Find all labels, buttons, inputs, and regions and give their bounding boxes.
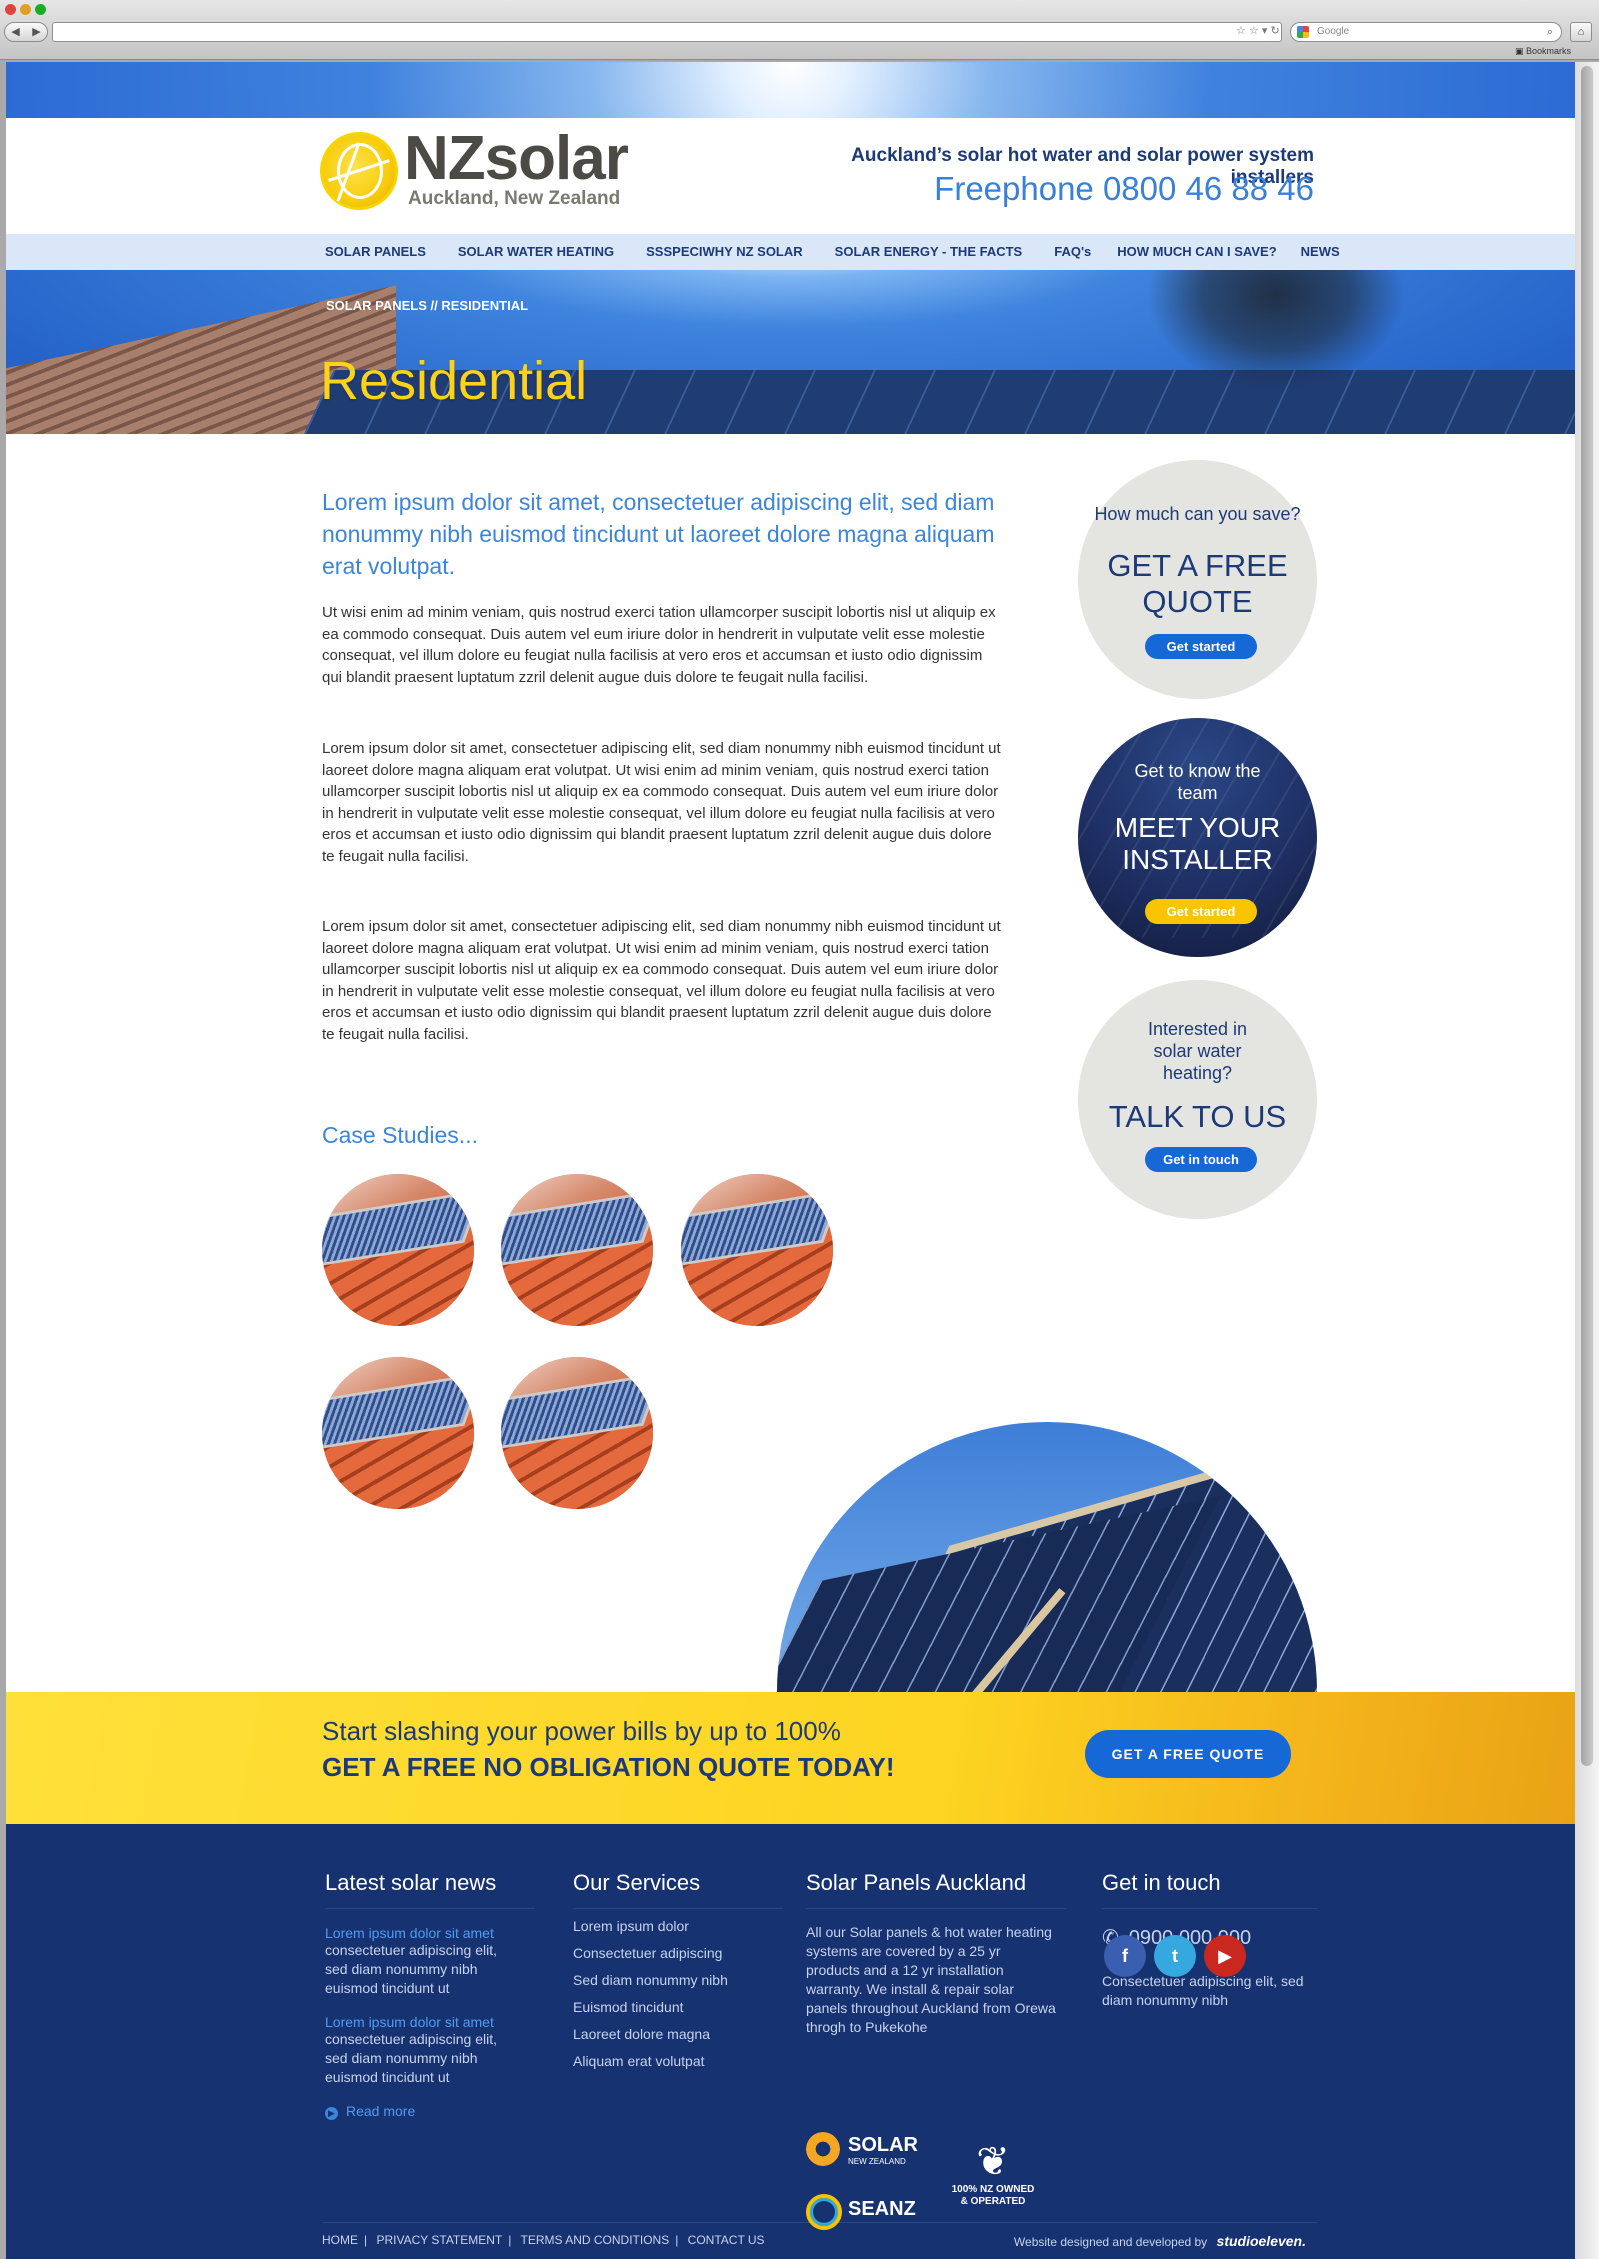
back-arrow-icon[interactable]: ◀ xyxy=(5,23,26,41)
free-quote-circle[interactable]: How much can you save? GET A FREE QUOTE … xyxy=(1078,460,1317,699)
nz-owned-badge: ❦ 100% NZ OWNED & OPERATED xyxy=(948,2140,1038,2220)
site-header: NZsolar Auckland, New Zealand Auckland’s… xyxy=(6,118,1575,234)
body-paragraph-3: Lorem ipsum dolor sit amet, consectetuer… xyxy=(322,918,1001,1043)
search-icon[interactable]: ⌕ xyxy=(1547,23,1553,41)
service-link[interactable]: Consectetuer adipiscing xyxy=(573,1940,783,1967)
nav-item-faqs[interactable]: FAQ's xyxy=(1054,234,1091,270)
sky-banner xyxy=(6,62,1575,118)
meet-installer-circle[interactable]: Get to know the team MEET YOUR INSTALLER… xyxy=(1078,718,1317,957)
site-footer: Latest solar news Lorem ipsum dolor sit … xyxy=(6,1824,1575,2259)
get-free-quote-button[interactable]: GET A FREE QUOTE xyxy=(1085,1730,1291,1778)
footer-news-column: Latest solar news Lorem ipsum dolor sit … xyxy=(325,1824,535,2120)
nav-item-why-nz-solar[interactable]: SSSPECIWHY NZ SOLAR xyxy=(646,234,803,270)
footer-news-title: Latest solar news xyxy=(325,1870,535,1909)
footer-link-home[interactable]: HOME xyxy=(322,2233,358,2247)
zoom-window-button[interactable] xyxy=(35,4,46,15)
logo-sun-icon[interactable] xyxy=(320,132,398,210)
get-started-button[interactable]: Get started xyxy=(1145,634,1257,659)
rss-icon[interactable]: ☆ xyxy=(1236,25,1246,37)
studioeleven-logo[interactable]: studioeleven. xyxy=(1217,2233,1306,2249)
logo-subtitle: Auckland, New Zealand xyxy=(408,188,621,209)
sunflower-icon xyxy=(806,2132,840,2166)
seanz-logo: SEANZ xyxy=(806,2192,936,2232)
header-phone[interactable]: Freephone 0800 46 88 46 xyxy=(766,170,1314,208)
case-study-thumb[interactable] xyxy=(681,1174,833,1326)
footer-link-terms[interactable]: TERMS AND CONDITIONS xyxy=(521,2233,670,2247)
footer-contact-column: Get in touch ✆ 0900 000 000 Consectetuer … xyxy=(1102,1824,1318,2010)
twitter-icon[interactable]: t xyxy=(1154,1935,1196,1977)
footer-contact-title: Get in touch xyxy=(1102,1870,1318,1909)
footer-services-title: Our Services xyxy=(573,1870,783,1909)
scrollbar-thumb[interactable] xyxy=(1581,66,1593,1766)
footer-panels-title: Solar Panels Auckland xyxy=(806,1870,1066,1909)
read-more-link[interactable]: ▶ Read more xyxy=(325,2103,535,2120)
solar-panel-photo xyxy=(777,1422,1317,1692)
get-in-touch-button[interactable]: Get in touch xyxy=(1145,1147,1257,1172)
youtube-icon[interactable]: ▶ xyxy=(1204,1935,1246,1977)
case-study-thumb[interactable] xyxy=(501,1357,653,1509)
fern-icon: ❦ xyxy=(976,2140,1010,2184)
facebook-icon[interactable]: f xyxy=(1104,1935,1146,1977)
breadcrumb-solar-panels[interactable]: SOLAR PANELS xyxy=(326,298,427,313)
nav-item-solar-energy-facts[interactable]: SOLAR ENERGY - THE FACTS xyxy=(835,234,1023,270)
back-forward-buttons[interactable]: ◀ ▶ xyxy=(4,22,48,42)
service-link[interactable]: Lorem ipsum dolor xyxy=(573,1913,783,1940)
case-study-thumb[interactable] xyxy=(501,1174,653,1326)
nav-item-how-much-save[interactable]: HOW MUCH CAN I SAVE? xyxy=(1117,234,1276,270)
dropdown-icon[interactable]: ▾ xyxy=(1262,25,1268,37)
service-link[interactable]: Sed diam nonummy nibh xyxy=(573,1967,783,1994)
get-started-button[interactable]: Get started xyxy=(1145,899,1257,924)
nav-item-solar-panels[interactable]: SOLAR PANELS xyxy=(325,234,426,270)
hero-banner: SOLAR PANELS // RESIDENTIAL Residential xyxy=(6,270,1575,434)
footer-link-privacy[interactable]: PRIVACY STATEMENT xyxy=(376,2233,502,2247)
body-paragraph-2: Lorem ipsum dolor sit amet, consectetuer… xyxy=(322,740,1001,865)
nav-item-solar-water-heating[interactable]: SOLAR WATER HEATING xyxy=(458,234,614,270)
news-link[interactable]: Lorem ipsum dolor sit amet xyxy=(325,2014,535,2030)
bookmarks-button[interactable]: ▣ Bookmarks xyxy=(1515,46,1571,57)
bookmark-star-icon[interactable]: ☆ xyxy=(1249,25,1259,37)
main-nav: SOLAR PANELS SOLAR WATER HEATING SSSPECI… xyxy=(6,234,1575,270)
body-paragraph-1: Ut wisi enim ad minim veniam, quis nostr… xyxy=(322,604,996,686)
minimize-window-button[interactable] xyxy=(20,4,31,15)
home-button[interactable]: ⌂ xyxy=(1570,22,1592,42)
solar-nz-logo: SOLAR NEW ZEALAND xyxy=(806,2130,936,2170)
close-window-button[interactable] xyxy=(5,4,16,15)
palm-tree-image xyxy=(1146,270,1406,390)
search-input[interactable]: Google ⌕ xyxy=(1290,22,1562,42)
site-credit: Website designed and developed by studio… xyxy=(1013,2233,1306,2249)
footer-link-contact[interactable]: CONTACT US xyxy=(688,2233,765,2247)
arrow-circle-icon: ▶ xyxy=(325,2107,338,2120)
case-studies-title: Case Studies... xyxy=(322,1122,478,1148)
scrollbar[interactable] xyxy=(1575,62,1599,2259)
page-title: Residential xyxy=(320,351,588,411)
reload-icon[interactable]: ↻ xyxy=(1270,25,1279,37)
logo-name[interactable]: NZsolar xyxy=(404,126,629,192)
case-study-thumb[interactable] xyxy=(322,1174,474,1326)
url-actions: ☆ ☆ ▾ ↻ xyxy=(1236,24,1280,37)
address-bar[interactable] xyxy=(52,22,1282,42)
news-link[interactable]: Lorem ipsum dolor sit amet xyxy=(325,1925,535,1941)
talk-to-us-circle[interactable]: Interested in solar water heating? TALK … xyxy=(1078,980,1317,1219)
google-icon xyxy=(1297,26,1309,38)
browser-toolbar: ◀ ▶ ☆ ☆ ▾ ↻ Google ⌕ ⌂ ▣ Bookmarks xyxy=(0,0,1599,60)
breadcrumb: SOLAR PANELS // RESIDENTIAL xyxy=(326,298,529,313)
seanz-ring-icon xyxy=(806,2194,842,2230)
service-link[interactable]: Aliquam erat volutpat xyxy=(573,2048,783,2075)
cta-line-2: GET A FREE NO OBLIGATION QUOTE TODAY! xyxy=(322,1752,895,1782)
forward-arrow-icon[interactable]: ▶ xyxy=(26,23,47,41)
web-page: NZsolar Auckland, New Zealand Auckland’s… xyxy=(6,62,1575,2259)
footer-services-column: Our Services Lorem ipsum dolor Consectet… xyxy=(573,1824,783,2075)
service-link[interactable]: Laoreet dolore magna xyxy=(573,2021,783,2048)
cta-line-1: Start slashing your power bills by up to… xyxy=(322,1716,841,1746)
breadcrumb-residential[interactable]: RESIDENTIAL xyxy=(441,298,528,313)
bookmarks-icon: ▣ xyxy=(1515,46,1524,56)
intro-text: Lorem ipsum dolor sit amet, consectetuer… xyxy=(322,489,995,579)
case-study-thumb[interactable] xyxy=(322,1357,474,1509)
cta-banner: Start slashing your power bills by up to… xyxy=(6,1692,1575,1824)
footer-panels-column: Solar Panels Auckland All our Solar pane… xyxy=(806,1824,1066,2037)
service-link[interactable]: Euismod tincidunt xyxy=(573,1994,783,2021)
nav-item-news[interactable]: NEWS xyxy=(1301,234,1340,270)
